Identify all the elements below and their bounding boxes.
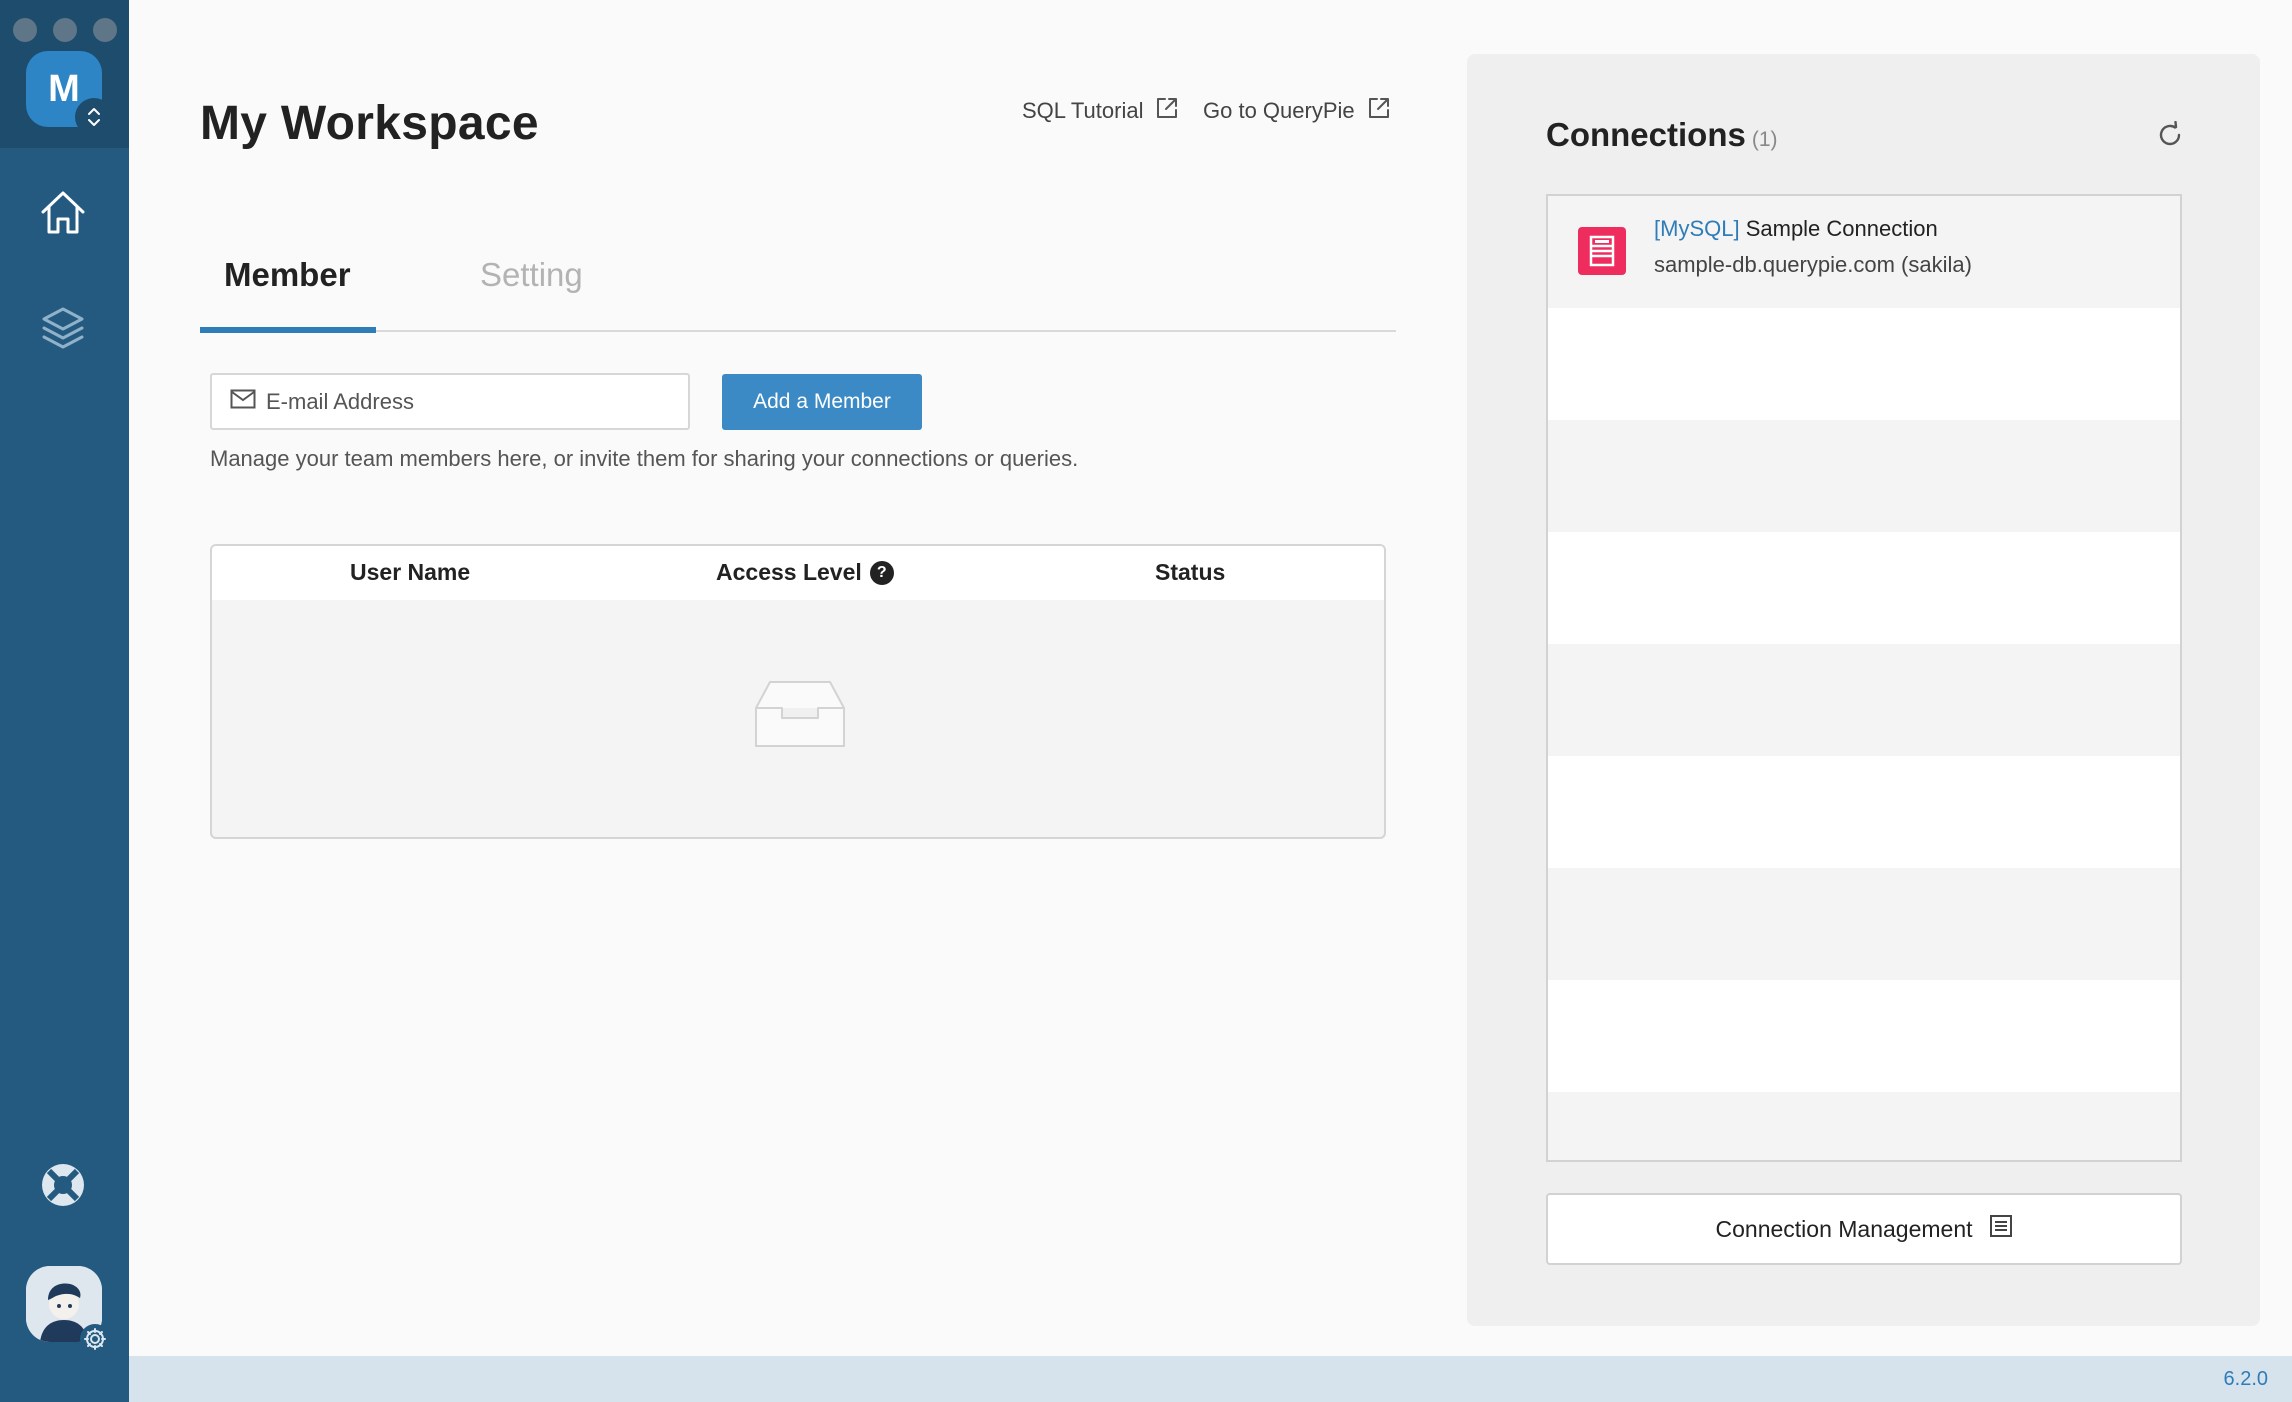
active-tab-indicator [200,327,376,333]
connection-item[interactable]: [MySQL] Sample Connection sample-db.quer… [1548,196,2180,308]
refresh-icon[interactable] [2155,120,2185,150]
sql-tutorial-label: SQL Tutorial [1022,98,1144,123]
connection-name: [MySQL] Sample Connection [1654,216,1938,242]
tab-setting[interactable]: Setting [480,256,583,294]
column-label: User Name [350,559,471,585]
window-controls [13,18,117,42]
close-window-button[interactable] [13,18,37,42]
connections-panel: Connections (1) [MySQL] Sample Connection… [1467,54,2260,1326]
connection-management-label: Connection Management [1715,1215,1973,1242]
connections-count: (1) [1751,128,1778,151]
empty-list-row [1548,868,2180,980]
empty-list-row [1548,308,2180,420]
connection-type: [MySQL] [1654,216,1740,241]
go-to-querypie-link[interactable]: Go to QueryPie [1203,96,1391,126]
help-icon[interactable]: ? [869,560,894,585]
lifebuoy-icon[interactable] [36,1158,90,1212]
external-link-icon [1155,96,1179,126]
connection-list: [MySQL] Sample Connection sample-db.quer… [1546,194,2182,1162]
go-to-querypie-label: Go to QueryPie [1203,98,1355,123]
app-version: 6.2.0 [2223,1368,2268,1390]
tab-bar: Member Setting [200,240,1396,333]
member-table: User Name Access Level ? Status [210,544,1386,839]
empty-list-row [1548,1092,2180,1160]
connections-title-label: Connections [1546,116,1746,153]
connections-title: Connections (1) [1546,116,1778,154]
add-member-button[interactable]: Add a Member [722,374,922,430]
table-header: User Name Access Level ? Status [212,546,1384,600]
member-help-text: Manage your team members here, or invite… [210,446,1079,471]
connection-host: sample-db.querypie.com (sakila) [1654,252,1972,277]
database-icon [1578,227,1626,275]
column-label: Access Level [716,559,862,585]
gear-icon[interactable] [80,1324,110,1354]
sidebar-header: M [0,0,129,148]
workspace-switch-icon[interactable] [75,98,113,136]
connection-management-button[interactable]: Connection Management [1546,1193,2182,1265]
empty-list-row [1548,980,2180,1092]
sidebar: M [0,0,129,1402]
external-link-icon [1367,96,1391,126]
empty-inbox-icon [752,676,848,755]
maximize-window-button[interactable] [93,18,117,42]
column-user-name[interactable]: User Name [350,559,470,586]
email-field[interactable] [210,373,690,430]
column-access-level[interactable]: Access Level ? [716,559,894,586]
minimize-window-button[interactable] [53,18,77,42]
column-status[interactable]: Status [1155,559,1225,586]
tab-member[interactable]: Member [224,256,351,294]
email-input[interactable] [266,388,686,415]
sql-tutorial-link[interactable]: SQL Tutorial [1022,96,1179,126]
layers-icon[interactable] [36,302,90,356]
connection-title: Sample Connection [1745,216,1938,241]
mail-icon [230,389,256,414]
empty-list-row [1548,420,2180,532]
list-icon [1989,1214,2013,1244]
status-bar: 6.2.0 [129,1356,2292,1402]
empty-list-row [1548,532,2180,644]
empty-list-row [1548,644,2180,756]
home-icon[interactable] [36,185,90,239]
empty-list-row [1548,756,2180,868]
page-title: My Workspace [200,97,539,150]
column-label: Status [1155,559,1226,585]
